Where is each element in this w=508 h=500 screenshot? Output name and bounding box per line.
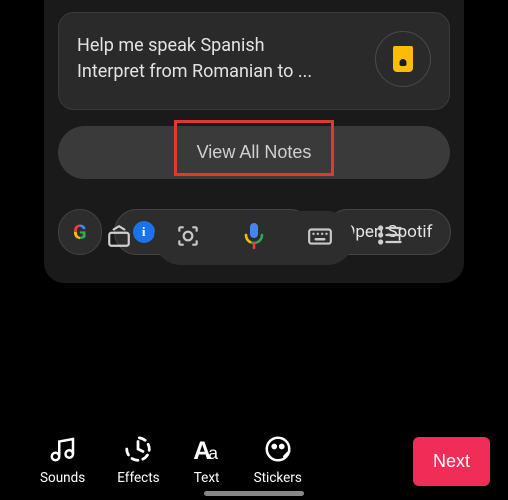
stickers-button[interactable]: Stickers xyxy=(254,434,302,486)
sounds-button[interactable]: Sounds xyxy=(40,434,85,486)
effects-label: Effects xyxy=(117,470,159,486)
lens-icon[interactable] xyxy=(175,223,201,253)
google-g-icon: G xyxy=(73,220,87,244)
assistant-panel: Help me speak Spanish Interpret from Rom… xyxy=(44,0,464,283)
info-icon: i xyxy=(133,221,155,243)
note-line-1: Help me speak Spanish xyxy=(77,33,363,59)
list-icon[interactable] xyxy=(376,221,404,253)
assistant-input-pill xyxy=(154,211,354,265)
view-all-label: View All Notes xyxy=(197,142,312,162)
keep-icon[interactable] xyxy=(375,31,431,87)
next-button[interactable]: Next xyxy=(413,437,490,486)
effects-button[interactable]: Effects xyxy=(117,434,159,486)
stickers-label: Stickers xyxy=(254,470,302,486)
google-chip[interactable]: G xyxy=(58,209,102,255)
view-all-notes-button[interactable]: View All Notes xyxy=(58,126,450,179)
sounds-label: Sounds xyxy=(40,470,85,486)
next-label: Next xyxy=(433,451,470,471)
keyboard-icon[interactable] xyxy=(307,223,333,253)
svg-text:a: a xyxy=(208,443,218,463)
text-button[interactable]: A a Text xyxy=(192,434,222,486)
text-label: Text xyxy=(194,470,220,486)
home-indicator[interactable] xyxy=(204,491,304,496)
note-line-2: Interpret from Romanian to ... xyxy=(77,59,363,85)
mic-icon[interactable] xyxy=(242,222,266,254)
keep-note-card[interactable]: Help me speak Spanish Interpret from Rom… xyxy=(58,12,450,110)
tiktok-toolbar: Sounds Effects A a Text Stickers Next xyxy=(40,434,490,486)
note-text: Help me speak Spanish Interpret from Rom… xyxy=(77,33,363,85)
share-screen-icon[interactable] xyxy=(106,223,132,253)
